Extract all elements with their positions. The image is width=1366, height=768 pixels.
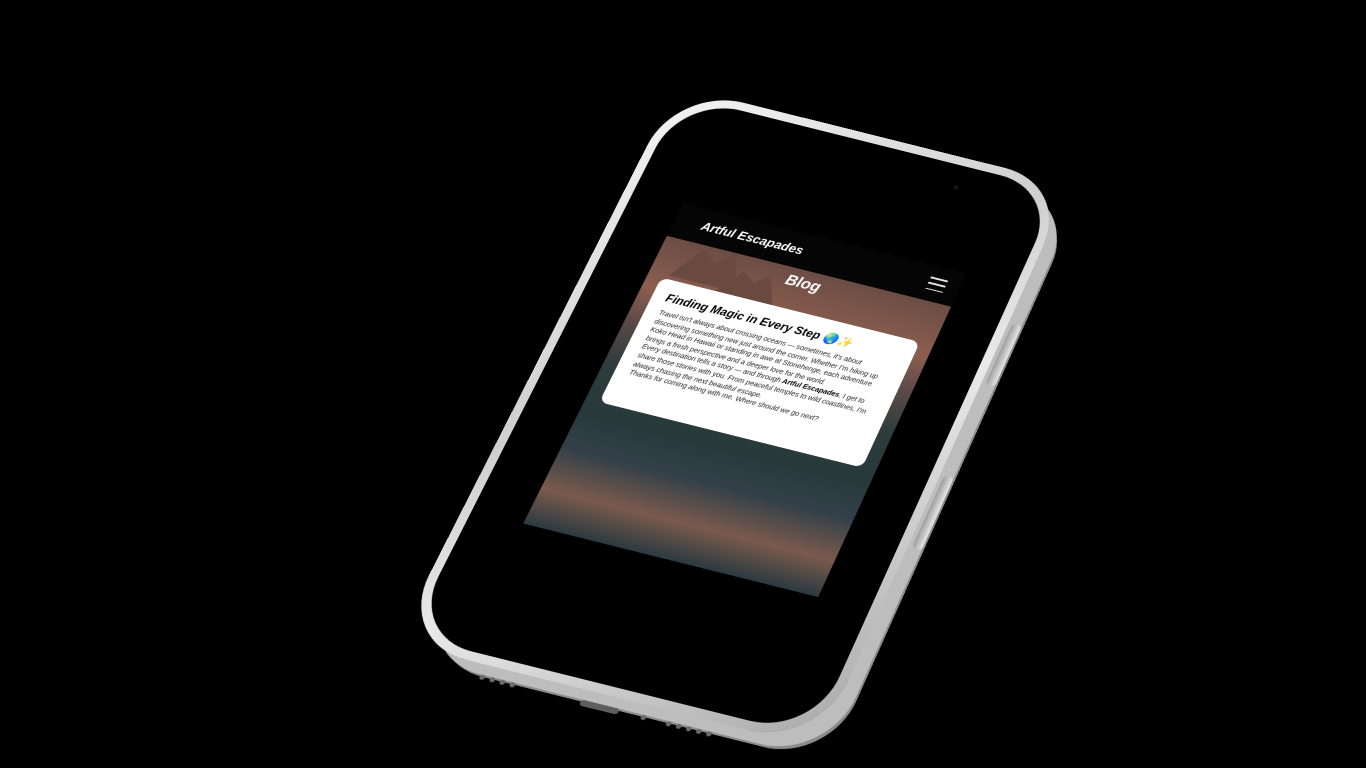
speaker-hole bbox=[685, 725, 693, 732]
hero-background-image: Blog Finding Magic in Every Step 🌏✨ Trav… bbox=[523, 235, 952, 598]
speaker-hole bbox=[498, 679, 507, 686]
speaker-hole bbox=[478, 674, 486, 681]
speaker-hole bbox=[664, 720, 673, 727]
phone-mockup: Artful Escapades Blog Finding Magic in E… bbox=[395, 86, 1071, 748]
globe-sparkle-emoji: 🌏✨ bbox=[820, 330, 855, 350]
speaker-hole bbox=[675, 723, 683, 730]
speaker-hole bbox=[705, 730, 713, 737]
speaker-hole bbox=[508, 681, 517, 688]
hamburger-menu-icon[interactable] bbox=[925, 276, 949, 293]
front-camera-icon bbox=[952, 184, 960, 191]
device-mockup-scene: Artful Escapades Blog Finding Magic in E… bbox=[0, 0, 1366, 768]
microphone-hole bbox=[639, 714, 648, 721]
speaker-hole bbox=[488, 676, 496, 683]
speaker-hole bbox=[695, 728, 703, 735]
usb-c-port bbox=[578, 699, 620, 715]
